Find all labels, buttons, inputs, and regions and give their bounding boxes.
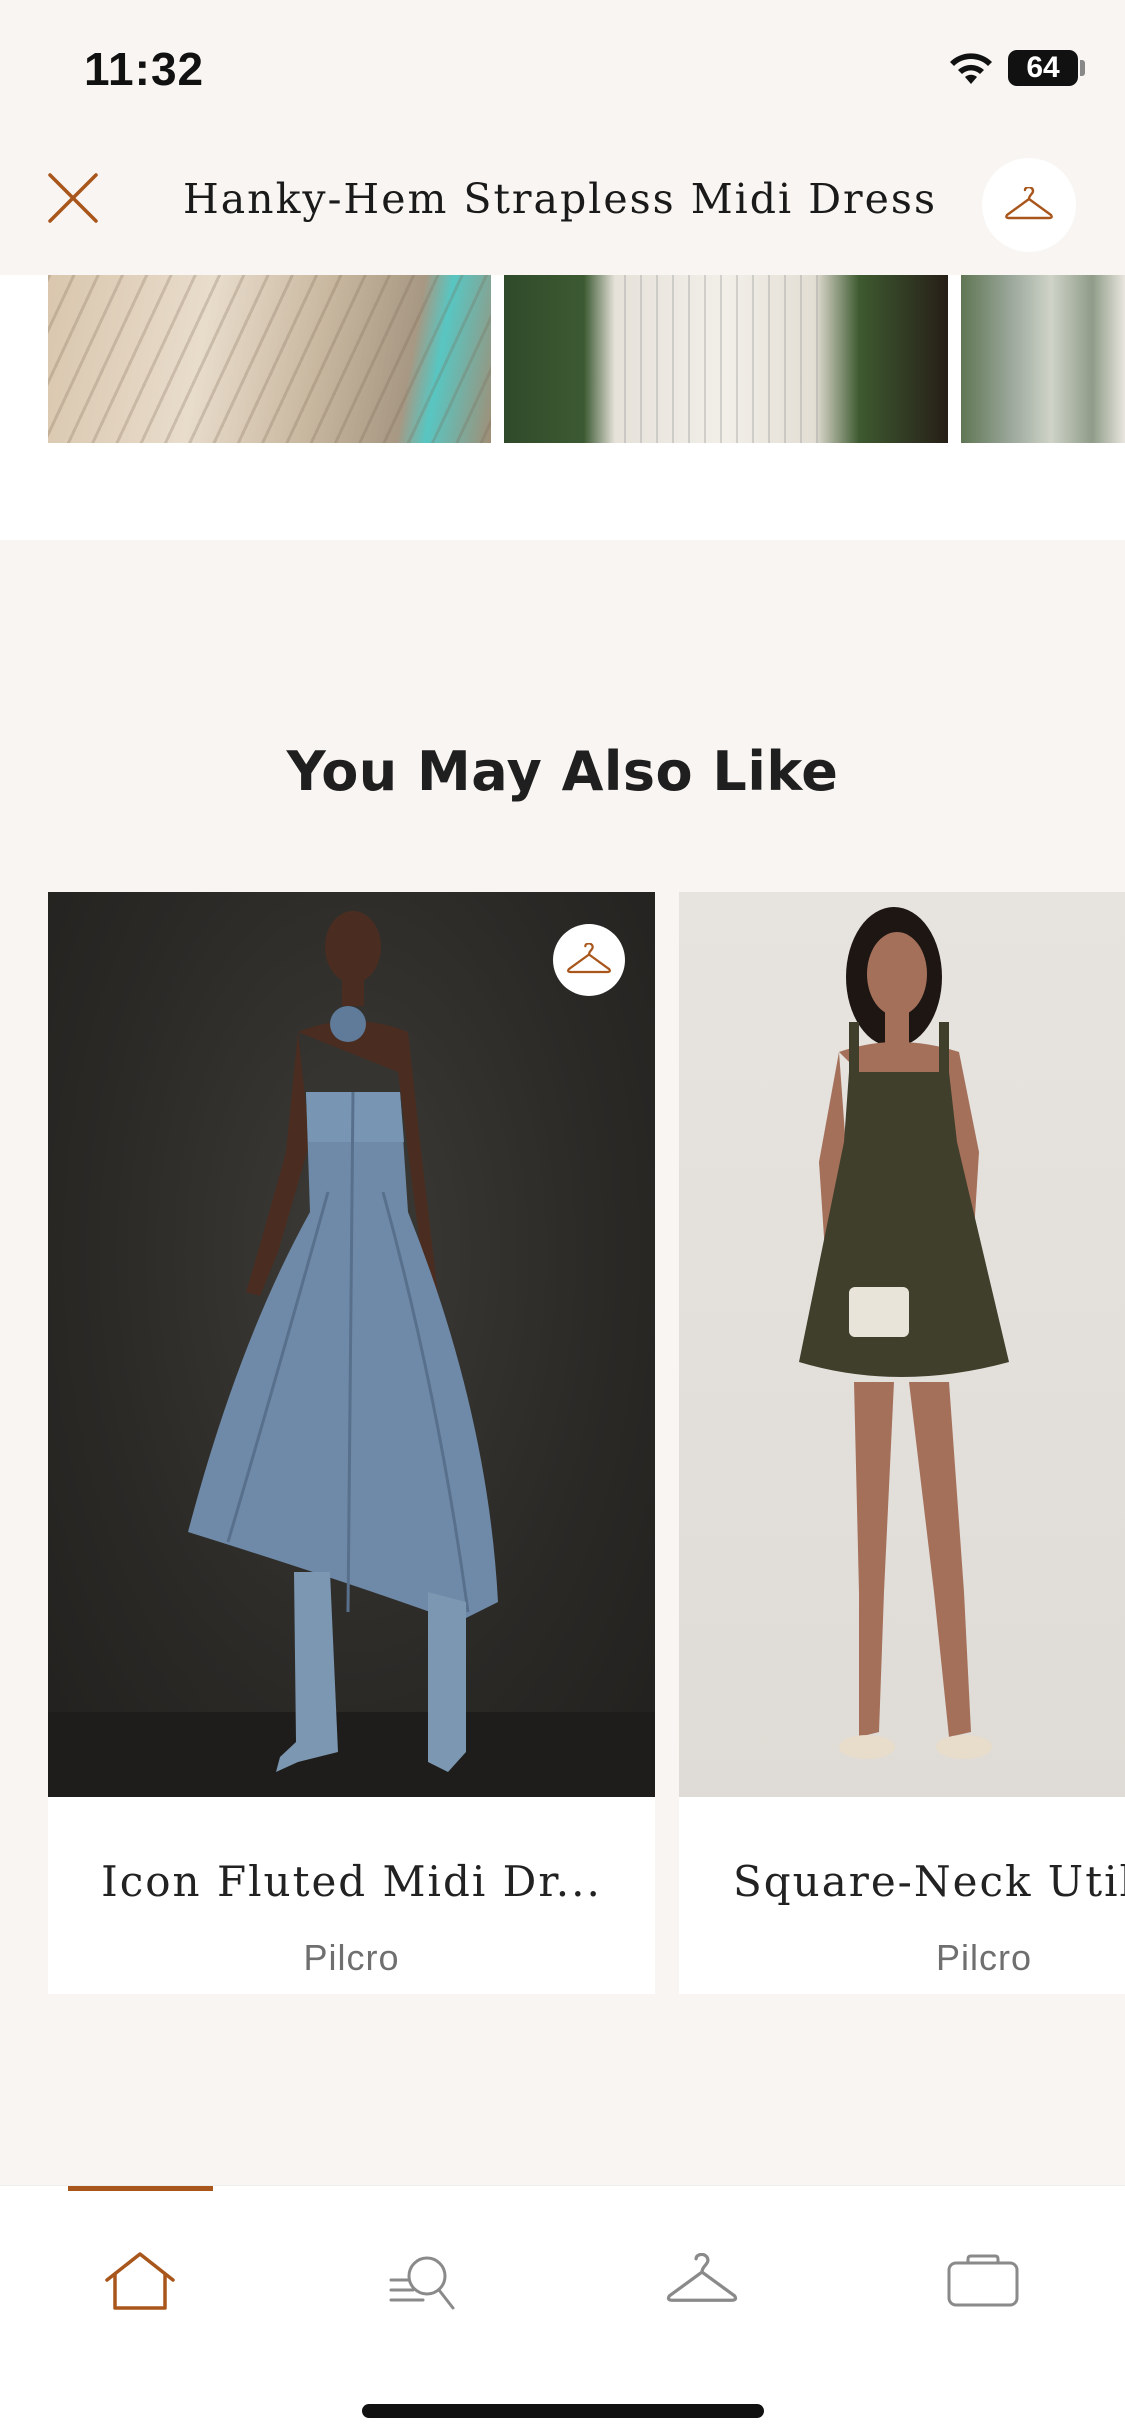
screen: 11:32 64 Hanky-Hem Strapless Midi Dress: [0, 0, 1125, 2436]
product-name: Icon Fluted Midi Dr...: [101, 1857, 602, 1906]
product-card[interactable]: Square-Neck Util Pilcro: [679, 892, 1125, 1994]
close-icon: [48, 173, 98, 223]
header: Hanky-Hem Strapless Midi Dress: [0, 135, 1125, 275]
model-photo: [48, 911, 655, 1797]
home-icon: [105, 2252, 175, 2310]
close-button[interactable]: [40, 165, 106, 231]
bag-icon: [947, 2254, 1019, 2307]
tab-bar: [0, 2185, 1125, 2436]
add-to-closet-button[interactable]: [982, 158, 1076, 252]
section-title: You May Also Like: [286, 740, 839, 803]
tab-home[interactable]: [90, 2236, 190, 2326]
battery-cap: [1080, 60, 1085, 76]
customer-photo[interactable]: [504, 275, 948, 443]
status-time: 11:32: [84, 43, 205, 95]
home-indicator: [362, 2404, 764, 2418]
add-to-closet-button[interactable]: [553, 924, 625, 996]
status-bar: 11:32 64: [0, 0, 1125, 135]
recommendations-section: You May Also Like Icon Fluted Midi Dr...…: [0, 540, 1125, 2185]
photo-texture: [48, 275, 491, 443]
photo-texture: [624, 275, 824, 443]
active-tab-indicator: [68, 2186, 213, 2191]
hanger-icon: [1005, 187, 1053, 220]
tab-bag[interactable]: [933, 2236, 1033, 2326]
product-name: Square-Neck Util: [733, 1857, 1125, 1906]
battery-level: 64: [1026, 51, 1060, 84]
product-image[interactable]: [679, 892, 1125, 1797]
hanger-icon: [666, 2253, 738, 2302]
product-image[interactable]: [48, 892, 655, 1797]
product-brand: Pilcro: [303, 1937, 400, 1978]
product-info[interactable]: Icon Fluted Midi Dr... Pilcro: [48, 1797, 655, 1994]
hanger-icon: [567, 943, 611, 974]
tab-closet[interactable]: [652, 2236, 752, 2326]
search-icon: [389, 2256, 455, 2310]
product-card[interactable]: Icon Fluted Midi Dr... Pilcro: [48, 892, 655, 1994]
model-photo: [799, 907, 1009, 1759]
product-info[interactable]: Square-Neck Util Pilcro: [679, 1797, 1125, 1994]
customer-photo[interactable]: [961, 275, 1125, 443]
tab-search[interactable]: [372, 2236, 472, 2326]
product-brand: Pilcro: [935, 1937, 1033, 1978]
battery-icon: 64: [1008, 50, 1078, 86]
page-title: Hanky-Hem Strapless Midi Dress: [182, 175, 938, 223]
customer-photo[interactable]: [48, 275, 491, 443]
photo-carousel[interactable]: [0, 275, 1125, 540]
wifi-icon: [950, 53, 992, 84]
